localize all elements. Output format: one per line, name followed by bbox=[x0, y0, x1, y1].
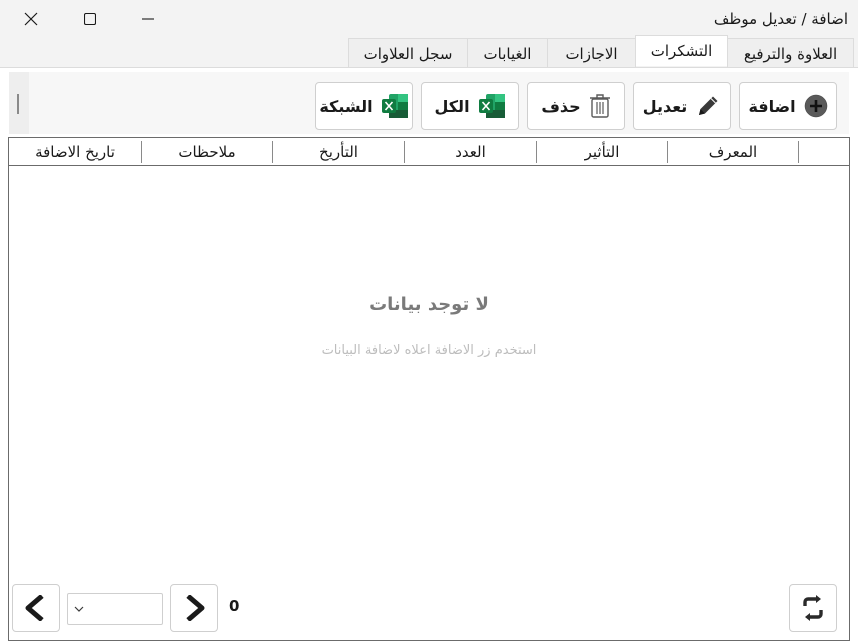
tab-strip: سجل العلاوات الغيابات الاجازات التشكرات … bbox=[0, 35, 858, 68]
excel-icon bbox=[381, 94, 408, 118]
delete-button[interactable]: حذف bbox=[527, 82, 625, 130]
delete-button-label: حذف bbox=[541, 96, 581, 116]
column-header-notes[interactable]: ملاحظات bbox=[141, 141, 272, 163]
chevron-right-icon bbox=[186, 595, 205, 621]
column-header-effect[interactable]: التأثير bbox=[536, 141, 667, 163]
add-button-label: اضافة bbox=[748, 96, 796, 116]
export-grid-label: الشبكة bbox=[319, 96, 373, 116]
previous-page-button[interactable] bbox=[12, 584, 60, 632]
maximize-icon bbox=[84, 13, 96, 25]
window-title: اضافة / تعديل موظف bbox=[713, 10, 848, 28]
column-header-date[interactable]: التأريخ bbox=[272, 141, 404, 163]
edit-button[interactable]: تعديل bbox=[633, 82, 731, 130]
column-header-id[interactable]: المعرف bbox=[667, 141, 798, 163]
minimize-icon bbox=[142, 18, 154, 20]
title-bar: اضافة / تعديل موظف bbox=[0, 0, 858, 38]
tab-thanks[interactable]: التشكرات bbox=[635, 35, 728, 66]
empty-state-title: لا توجد بيانات bbox=[369, 294, 489, 315]
add-circle-icon bbox=[804, 94, 827, 118]
excel-icon bbox=[478, 94, 505, 118]
data-grid[interactable]: المعرف التأثير العدد التأريخ ملاحظات تار… bbox=[8, 137, 850, 641]
column-header-count[interactable]: العدد bbox=[404, 141, 536, 163]
next-page-button[interactable] bbox=[170, 584, 218, 632]
close-window-button[interactable] bbox=[3, 0, 59, 38]
export-all-button[interactable]: الكل bbox=[421, 82, 519, 130]
row-selector-header[interactable] bbox=[798, 141, 849, 163]
tab-absences[interactable]: الغيابات bbox=[467, 38, 548, 68]
trash-icon bbox=[589, 94, 610, 118]
refresh-button[interactable] bbox=[789, 584, 837, 632]
chevron-down-icon bbox=[74, 606, 84, 612]
refresh-icon bbox=[803, 595, 823, 621]
tab-allowance-log[interactable]: سجل العلاوات bbox=[348, 38, 468, 68]
column-header-added-date[interactable]: تاريخ الاضافة bbox=[9, 141, 141, 163]
maximize-window-button[interactable] bbox=[62, 0, 118, 38]
add-button[interactable]: اضافة bbox=[739, 82, 837, 130]
export-grid-button[interactable]: الشبكة bbox=[315, 82, 413, 130]
grid-header: المعرف التأثير العدد التأريخ ملاحظات تار… bbox=[9, 138, 849, 166]
toolbar-grip[interactable] bbox=[9, 72, 29, 134]
tab-leaves[interactable]: الاجازات bbox=[547, 38, 636, 68]
empty-state-subtitle: استخدم زر الاضافة اعلاه لاضافة البيانات bbox=[321, 343, 537, 358]
export-all-label: الكل bbox=[434, 96, 470, 116]
minimize-window-button[interactable] bbox=[120, 0, 176, 38]
pencil-icon bbox=[699, 96, 718, 115]
edit-button-label: تعديل bbox=[642, 96, 688, 116]
page-select[interactable] bbox=[67, 593, 163, 625]
record-count: 0 bbox=[229, 597, 240, 615]
close-icon bbox=[24, 12, 38, 26]
tab-raise-promotion[interactable]: العلاوة والترفيع bbox=[727, 38, 854, 68]
chevron-left-icon bbox=[25, 595, 44, 621]
